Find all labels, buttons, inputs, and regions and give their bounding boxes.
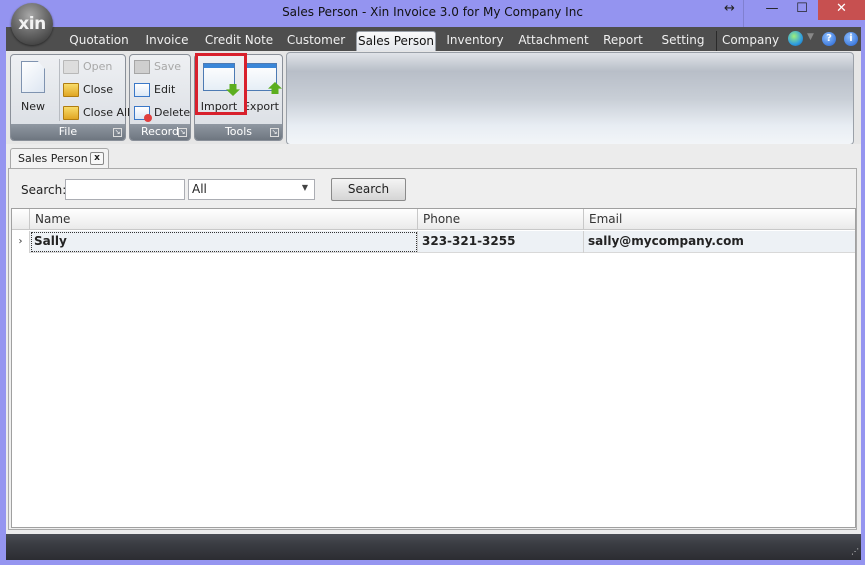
sales-person-grid: Name Phone Email › Sally 323-321-3255 sa… [11, 208, 856, 528]
new-label: New [21, 100, 45, 113]
dialog-launcher-icon[interactable]: ↘ [270, 128, 279, 137]
search-label: Search: [21, 183, 67, 197]
new-document-icon [21, 61, 45, 93]
ribbon: New Open Close Close All File ↘ Save Edi… [6, 51, 861, 145]
folder-close-all-icon [63, 106, 79, 120]
filter-value: All [192, 182, 207, 196]
tab-sales-person[interactable]: Sales Person [356, 31, 436, 51]
column-header-email[interactable]: Email [584, 209, 855, 230]
open-label: Open [83, 60, 113, 73]
ribbon-empty-area [286, 52, 854, 145]
group-label-file: File ↘ [11, 124, 125, 140]
column-header-name[interactable]: Name [30, 209, 418, 230]
grid-header: Name Phone Email [12, 209, 855, 230]
cell-phone[interactable]: 323-321-3255 [418, 231, 584, 253]
ribbon-group-file: New Open Close Close All File ↘ [10, 54, 130, 141]
maximize-button[interactable]: ☐ [788, 0, 816, 20]
resize-icon[interactable]: ↔ [716, 0, 744, 27]
resize-grip-icon[interactable]: ⋰ [851, 548, 859, 556]
tools-label: Tools [224, 125, 253, 138]
cell-email[interactable]: sally@mycompany.com [584, 231, 855, 253]
record-label: Record [140, 125, 179, 138]
title-bar: Sales Person - Xin Invoice 3.0 for My Co… [0, 0, 865, 27]
globe-icon[interactable] [788, 31, 803, 46]
minimize-button[interactable]: — [758, 0, 786, 20]
status-bar: ⋰ [6, 534, 861, 560]
close-all-label: Close All [83, 106, 131, 119]
tab-credit-note[interactable]: Credit Note [203, 31, 275, 51]
delete-label: Delete [154, 106, 191, 119]
chevron-down-icon: ▼ [301, 183, 308, 192]
header-corner [12, 209, 30, 230]
chevron-down-icon[interactable]: ▼ [807, 32, 814, 42]
import-highlight-annotation [195, 53, 247, 115]
close-tab-icon[interactable]: x [90, 152, 104, 165]
export-icon [245, 63, 282, 94]
content-area: Sales Person x Search: All ▼ Search Name… [6, 144, 861, 534]
close-window-button[interactable]: ✕ [818, 0, 865, 20]
column-header-phone[interactable]: Phone [418, 209, 584, 230]
search-button[interactable]: Search [331, 178, 406, 201]
open-button[interactable]: Open [61, 58, 112, 76]
cell-name[interactable]: Sally [30, 231, 418, 253]
document-tab-label: Sales Person [18, 152, 88, 165]
menu-tab-strip: Quotation Invoice Credit Note Customer S… [6, 27, 861, 51]
ribbon-group-record: Save Edit Delete Record ↘ [129, 54, 191, 141]
dialog-launcher-icon[interactable]: ↘ [113, 128, 122, 137]
document-pane: Search: All ▼ Search Name Phone Email › … [8, 168, 857, 530]
save-icon [134, 60, 150, 74]
close-button[interactable]: Close [61, 81, 113, 99]
edit-label: Edit [154, 83, 176, 96]
save-button[interactable]: Save [132, 58, 181, 76]
tab-attachment[interactable]: Attachment [516, 31, 591, 51]
separator [59, 59, 60, 121]
info-icon[interactable]: i [844, 32, 858, 46]
group-label-record: Record ↘ [130, 124, 190, 140]
dialog-launcher-icon[interactable]: ↘ [178, 128, 187, 137]
document-tab-sales-person[interactable]: Sales Person x [10, 148, 109, 169]
row-indicator-icon: › [12, 231, 30, 253]
filter-select[interactable]: All ▼ [188, 179, 315, 200]
save-label: Save [154, 60, 182, 73]
tab-quotation[interactable]: Quotation [64, 31, 134, 51]
tab-company[interactable]: Company [716, 31, 784, 51]
edit-button[interactable]: Edit [132, 81, 175, 99]
delete-icon [134, 106, 152, 122]
table-row[interactable]: › Sally 323-321-3255 sally@mycompany.com [12, 231, 855, 253]
group-label-tools: Tools ↘ [195, 124, 282, 140]
arrow-up-icon [268, 82, 282, 94]
delete-button[interactable]: Delete [132, 104, 190, 122]
folder-open-icon [63, 60, 79, 74]
close-all-button[interactable]: Close All [61, 104, 130, 122]
tab-invoice[interactable]: Invoice [142, 31, 192, 51]
new-button[interactable]: New [13, 59, 53, 121]
close-label: Close [83, 83, 113, 96]
folder-close-icon [63, 83, 79, 97]
app-logo[interactable]: xin [11, 3, 53, 45]
tab-report[interactable]: Report [598, 31, 648, 51]
search-input[interactable] [65, 179, 185, 200]
file-label: File [58, 125, 78, 138]
edit-icon [134, 83, 150, 97]
tab-inventory[interactable]: Inventory [444, 31, 506, 51]
tab-customer[interactable]: Customer [284, 31, 348, 51]
help-icon[interactable]: ? [822, 32, 836, 46]
tab-setting[interactable]: Setting [658, 31, 708, 51]
